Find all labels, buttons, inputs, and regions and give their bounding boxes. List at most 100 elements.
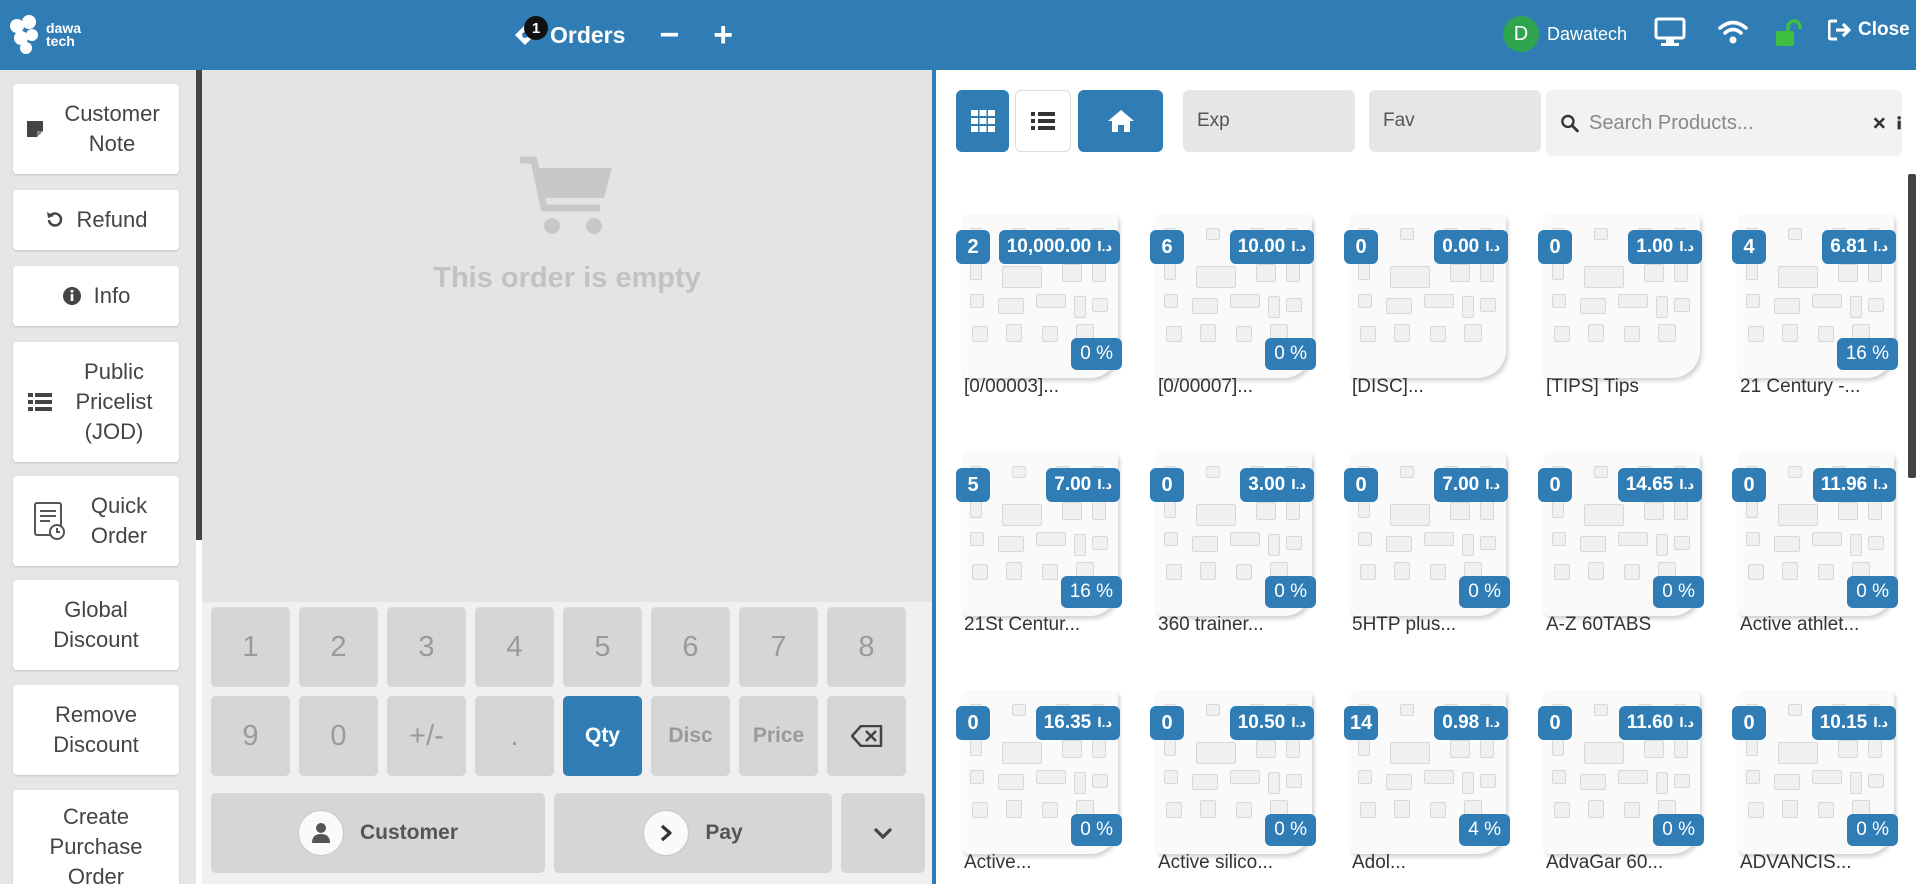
product-qty-badge: 0 — [1150, 468, 1184, 502]
product-discount-badge: 0 % — [1847, 576, 1898, 608]
orders-control: 1 Orders − + — [508, 10, 733, 60]
pricelist-button[interactable]: Public Pricelist (JOD) — [13, 342, 179, 462]
key-4[interactable]: 4 — [475, 607, 554, 687]
product-card[interactable]: 5 7.00 د.ا 16 % 21St Centur... — [946, 426, 1122, 648]
product-discount-badge: 16 % — [1060, 576, 1122, 608]
dawatech-logo[interactable]: dawa tech — [10, 12, 84, 58]
grid-view-button[interactable] — [956, 90, 1009, 152]
currency-symbol: د.ا — [1679, 477, 1694, 492]
product-price-badge: 0.98 د.ا — [1434, 706, 1508, 740]
currency-symbol: د.ا — [1679, 239, 1694, 254]
home-category-button[interactable] — [1078, 90, 1163, 152]
quick-order-button[interactable]: Quick Order — [13, 476, 179, 566]
search-icon — [1561, 114, 1579, 133]
more-options-button[interactable] — [841, 793, 925, 873]
user-menu[interactable]: D Dawatech — [1503, 15, 1627, 53]
quick-order-label: Quick Order — [90, 493, 148, 548]
product-grid-scrollbar[interactable] — [1908, 174, 1916, 478]
category-exp-button[interactable]: Exp — [1183, 90, 1355, 152]
search-input[interactable] — [1589, 111, 1849, 135]
product-price: 7.00 — [1054, 474, 1092, 495]
numpad: 1 2 3 4 5 6 7 8 9 0 +/- . Qty Disc Price… — [202, 602, 932, 884]
customer-button[interactable]: Customer — [211, 793, 545, 873]
product-card[interactable]: 0 14.65 د.ا 0 % A-Z 60TABS — [1528, 426, 1704, 648]
product-card[interactable]: 6 10.00 د.ا 0 % [0/00007]... — [1140, 188, 1316, 410]
backspace-button[interactable] — [827, 696, 906, 776]
product-card[interactable]: 2 10,000.00 د.ا 0 % [0/00003]... — [946, 188, 1122, 410]
mode-qty-button[interactable]: Qty — [563, 696, 642, 776]
create-purchase-order-button[interactable]: Create Purchase Order — [13, 790, 179, 884]
orders-ticket-icon[interactable]: 1 — [508, 15, 548, 55]
backspace-icon — [850, 725, 882, 747]
clear-search-icon[interactable] — [1873, 115, 1886, 131]
customer-note-button[interactable]: Customer Note — [13, 84, 179, 174]
info-icon[interactable] — [1896, 114, 1902, 132]
product-discount-badge: 0 % — [1847, 814, 1898, 846]
action-panel: Customer Note Refund Info Public Priceli… — [0, 70, 196, 884]
key-0[interactable]: 0 — [299, 696, 378, 776]
product-card[interactable]: 0 11.96 د.ا 0 % Active athlet... — [1722, 426, 1898, 648]
currency-symbol: د.ا — [1291, 477, 1306, 492]
key-plus-minus[interactable]: +/- — [387, 696, 466, 776]
product-price: 11.60 — [1626, 712, 1674, 733]
avatar: D — [1503, 16, 1539, 52]
quick-order-icon — [33, 501, 67, 541]
remove-order-button[interactable]: − — [659, 18, 679, 52]
product-price-badge: 10.15 د.ا — [1811, 706, 1896, 740]
product-qty-badge: 0 — [1344, 230, 1378, 264]
product-price-badge: 1.00 د.ا — [1628, 230, 1702, 264]
product-name: 5HTP plus... — [1352, 614, 1457, 635]
list-view-button[interactable] — [1015, 90, 1071, 152]
product-card[interactable]: 0 1.00 د.ا [TIPS] Tips — [1528, 188, 1702, 410]
key-6[interactable]: 6 — [651, 607, 730, 687]
key-3[interactable]: 3 — [387, 607, 466, 687]
global-discount-label: Global Discount — [53, 597, 139, 652]
product-price-badge: 0.00 د.ا — [1434, 230, 1508, 264]
info-button[interactable]: Info — [13, 266, 179, 326]
product-card[interactable]: 0 0.00 د.ا [DISC]... — [1334, 188, 1508, 410]
key-decimal[interactable]: . — [475, 696, 554, 776]
unlock-icon[interactable] — [1774, 19, 1802, 54]
product-price-badge: 10.50 د.ا — [1229, 706, 1314, 740]
orders-label[interactable]: Orders — [550, 22, 625, 49]
product-card[interactable]: 0 10.50 د.ا 0 % Active silico... — [1140, 664, 1316, 884]
product-price-badge: 7.00 د.ا — [1434, 468, 1508, 502]
currency-symbol: د.ا — [1485, 715, 1500, 730]
key-5[interactable]: 5 — [563, 607, 642, 687]
undo-icon — [45, 210, 65, 230]
product-card[interactable]: 0 3.00 د.ا 0 % 360 trainer... — [1140, 426, 1316, 648]
product-card[interactable]: 4 6.81 د.ا 16 % 21 Century -... — [1722, 188, 1898, 410]
wifi-icon[interactable] — [1718, 19, 1748, 50]
product-qty-badge: 6 — [1150, 230, 1184, 264]
remove-discount-button[interactable]: Remove Discount — [13, 685, 179, 775]
customer-note-label: Customer Note — [64, 101, 160, 156]
remove-discount-label: Remove Discount — [53, 702, 139, 757]
pay-button[interactable]: Pay — [554, 793, 832, 873]
global-discount-button[interactable]: Global Discount — [13, 580, 179, 670]
refund-button[interactable]: Refund — [13, 190, 179, 250]
key-8[interactable]: 8 — [827, 607, 906, 687]
product-discount-badge: 0 % — [1071, 338, 1122, 370]
monitor-icon[interactable] — [1654, 17, 1686, 52]
product-discount-badge: 0 % — [1265, 576, 1316, 608]
product-price-badge: 10.00 د.ا — [1229, 230, 1314, 264]
product-price: 6.81 — [1830, 236, 1868, 257]
key-1[interactable]: 1 — [211, 607, 290, 687]
category-fav-button[interactable]: Fav — [1369, 90, 1541, 152]
product-card[interactable]: 0 10.15 د.ا 0 % ADVANCIS... — [1722, 664, 1898, 884]
product-name: [0/00007]... — [1158, 376, 1254, 397]
pricelist-label: Public Pricelist (JOD) — [75, 359, 153, 444]
mode-disc-button[interactable]: Disc — [651, 696, 730, 776]
product-card[interactable]: 14 0.98 د.ا 4 % Adol... — [1334, 664, 1510, 884]
product-card[interactable]: 0 16.35 د.ا 0 % Active... — [946, 664, 1122, 884]
close-button[interactable]: Close — [1828, 19, 1910, 41]
key-9[interactable]: 9 — [211, 696, 290, 776]
product-price-badge: 3.00 د.ا — [1240, 468, 1314, 502]
product-discount-badge: 4 % — [1459, 814, 1510, 846]
key-7[interactable]: 7 — [739, 607, 818, 687]
product-card[interactable]: 0 11.60 د.ا 0 % AdvaGar 60... — [1528, 664, 1704, 884]
key-2[interactable]: 2 — [299, 607, 378, 687]
product-card[interactable]: 0 7.00 د.ا 0 % 5HTP plus... — [1334, 426, 1510, 648]
mode-price-button[interactable]: Price — [739, 696, 818, 776]
add-order-button[interactable]: + — [713, 18, 733, 52]
